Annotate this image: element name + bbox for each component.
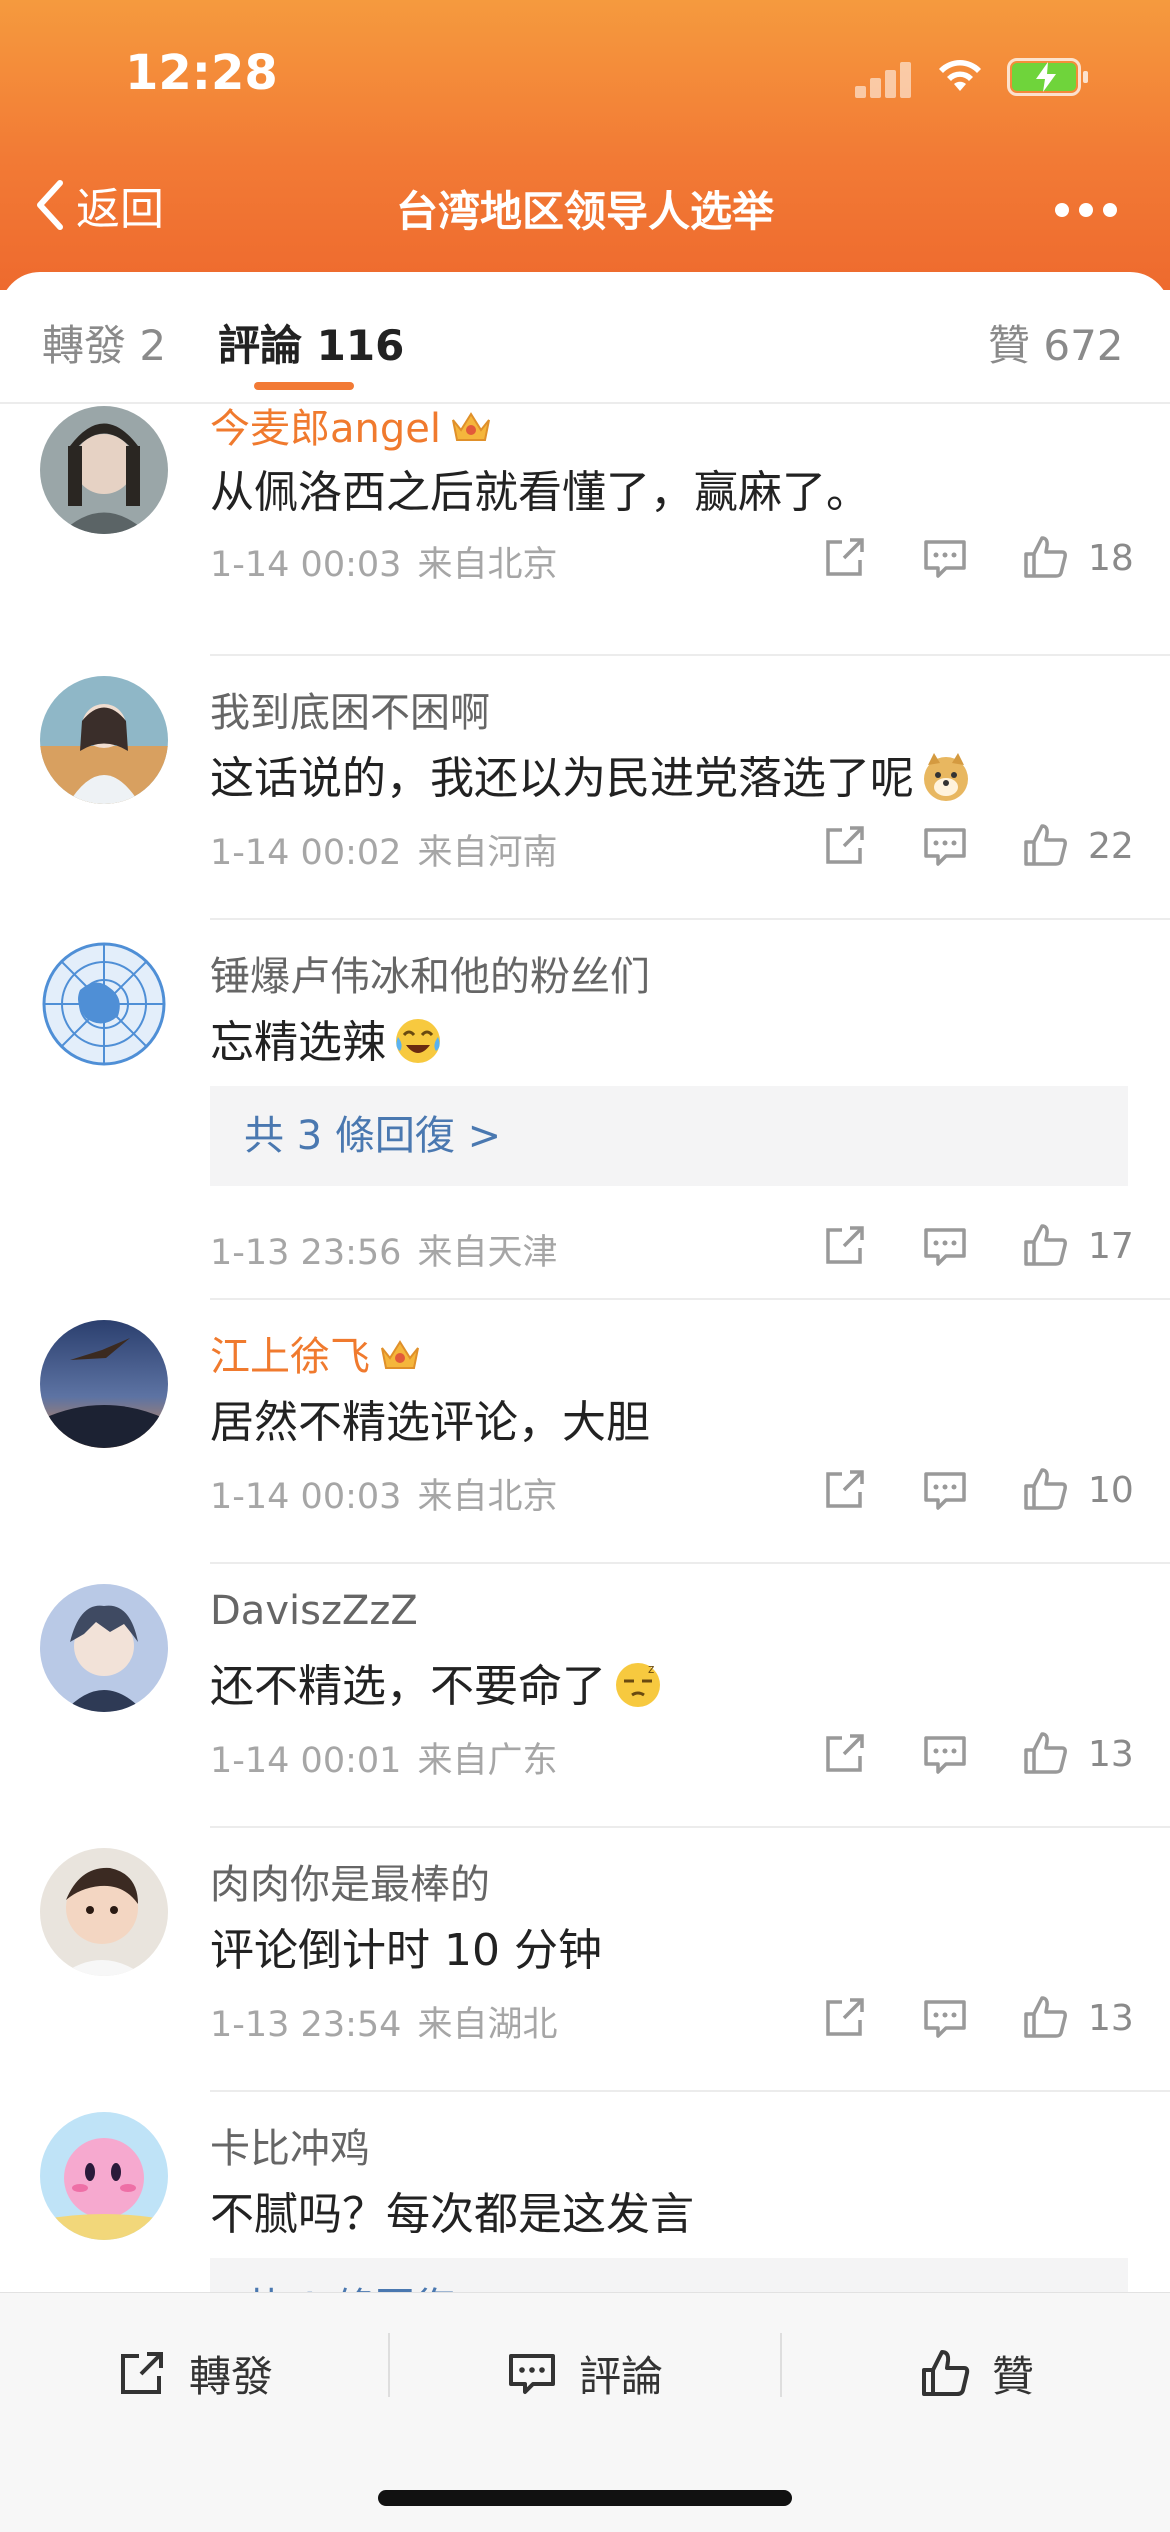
home-indicator[interactable] — [378, 2490, 792, 2506]
comment-text: 从佩洛西之后就看懂了，赢麻了。 — [210, 467, 870, 518]
comment-meta: 1-14 00:03 来自北京 — [210, 1477, 558, 1517]
toolbar-divider — [388, 2333, 390, 2397]
comment-actions: 18 — [820, 532, 1134, 588]
like-icon[interactable] — [1020, 532, 1070, 582]
comment-icon[interactable] — [920, 820, 970, 870]
like-icon — [922, 2350, 970, 2396]
share-icon[interactable] — [820, 1728, 870, 1778]
like-button[interactable]: 贊 — [918, 2333, 1034, 2413]
avatar[interactable] — [40, 2112, 168, 2240]
like-count: 13 — [1088, 1998, 1134, 2039]
comment-icon[interactable] — [920, 1992, 970, 2042]
username[interactable]: 锤爆卢伟冰和他的粉丝们 — [210, 944, 650, 1002]
repost-button[interactable]: 轉發 — [115, 2333, 273, 2413]
doge-emoji-icon — [924, 753, 968, 801]
comment-text: 还不精选，不要命了 z — [210, 1650, 664, 1714]
more-options-button[interactable] — [1055, 195, 1125, 225]
comment-actions: 13 — [820, 1728, 1134, 1784]
comments-sheet: 轉發 2 評論 116 贊 672 今麦郎angel 从佩洛西之后就看懂了，赢麻… — [0, 272, 1170, 2532]
comment-button[interactable]: 評論 — [505, 2333, 663, 2413]
comment-actions: 13 — [820, 1992, 1134, 2048]
username[interactable]: 江上徐飞 — [210, 1324, 422, 1382]
comment-text: 忘精选辣 — [210, 1006, 444, 1070]
share-icon[interactable] — [820, 1992, 870, 2042]
username[interactable]: 卡比冲鸡 — [210, 2116, 370, 2174]
comment-item[interactable]: 今麦郎angel 从佩洛西之后就看懂了，赢麻了。 1-14 00:03 来自北京 … — [0, 406, 1170, 656]
like-count: 13 — [1088, 1734, 1134, 1775]
replies-link[interactable]: 共 3 條回復 > — [210, 1086, 1128, 1186]
comment-item[interactable]: 江上徐飞 居然不精选评论，大胆 1-14 00:03 来自北京 10 — [0, 1300, 1170, 1564]
like-count: 18 — [1088, 538, 1134, 579]
share-icon[interactable] — [820, 532, 870, 582]
share-icon[interactable] — [820, 1464, 870, 1514]
tab-indicator — [254, 382, 354, 390]
comment-meta: 1-13 23:56 来自天津 — [210, 1233, 558, 1273]
tab-bar: 轉發 2 評論 116 贊 672 — [0, 272, 1170, 404]
comment-text: 这话说的，我还以为民进党落选了呢 — [210, 742, 972, 806]
comment-text: 评论倒计时 10 分钟 — [210, 1925, 602, 1976]
tab-repost[interactable]: 轉發 2 — [42, 312, 166, 373]
avatar[interactable] — [40, 406, 168, 534]
like-icon[interactable] — [1020, 1220, 1070, 1270]
username[interactable]: DaviszZzZ — [210, 1588, 418, 1634]
comment-actions: 17 — [820, 1220, 1134, 1276]
svg-text:z: z — [648, 1662, 654, 1676]
battery-charging-icon — [1007, 58, 1089, 96]
share-icon[interactable] — [820, 1220, 870, 1270]
repost-label: 轉發 — [189, 2351, 274, 2401]
tab-likes[interactable]: 贊 672 — [988, 312, 1124, 373]
like-count: 22 — [1088, 826, 1134, 867]
comment-icon[interactable] — [920, 1464, 970, 1514]
avatar[interactable] — [40, 676, 168, 804]
username[interactable]: 今麦郎angel — [210, 406, 493, 454]
comment-text: 居然不精选评论，大胆 — [210, 1397, 650, 1448]
sleepy-emoji-icon: z — [616, 1662, 660, 1707]
navigation-bar: 返回 台湾地区领导人选举 — [0, 160, 1170, 250]
comment-icon[interactable] — [920, 532, 970, 582]
comment-icon — [509, 2354, 555, 2394]
like-icon[interactable] — [1020, 1728, 1070, 1778]
like-count: 17 — [1088, 1226, 1134, 1267]
avatar[interactable] — [40, 1584, 168, 1712]
like-count: 10 — [1088, 1470, 1134, 1511]
like-icon[interactable] — [1020, 1992, 1070, 2042]
username[interactable]: 肉肉你是最棒的 — [210, 1852, 490, 1910]
like-label: 贊 — [992, 2351, 1035, 2401]
comment-item[interactable]: 我到底困不困啊 这话说的，我还以为民进党落选了呢 1-14 00:02 来自河南 … — [0, 656, 1170, 920]
avatar[interactable] — [40, 940, 168, 1068]
cellular-signal-icon — [855, 58, 915, 98]
comment-meta: 1-13 23:54 来自湖北 — [210, 2005, 558, 2045]
like-icon[interactable] — [1020, 820, 1070, 870]
laugh-cry-emoji-icon — [396, 1019, 440, 1063]
comment-actions: 10 — [820, 1464, 1134, 1520]
share-icon — [121, 2352, 163, 2394]
vip-crown-icon — [381, 1340, 419, 1369]
comment-label: 評論 — [579, 2351, 664, 2401]
page-title: 台湾地区领导人选举 — [395, 187, 774, 236]
comment-text: 不腻吗？每次都是这发言 — [210, 2189, 694, 2240]
comment-icon[interactable] — [920, 1728, 970, 1778]
toolbar-divider — [780, 2333, 782, 2397]
header: 12:28 返回 台湾地区领导人选举 — [0, 0, 1170, 290]
comment-meta: 1-14 00:03 来自北京 — [210, 545, 558, 585]
status-time: 12:28 — [125, 45, 278, 101]
tab-comments[interactable]: 評論 116 — [218, 312, 404, 373]
comment-item[interactable]: DaviszZzZ 还不精选，不要命了 z 1-14 00:01 来自广东 13 — [0, 1564, 1170, 1828]
like-icon[interactable] — [1020, 1464, 1070, 1514]
username[interactable]: 我到底困不困啊 — [210, 680, 490, 738]
comment-list[interactable]: 今麦郎angel 从佩洛西之后就看懂了，赢麻了。 1-14 00:03 来自北京 … — [0, 406, 1170, 2364]
avatar[interactable] — [40, 1320, 168, 1448]
status-bar: 12:28 — [0, 0, 1170, 150]
share-icon[interactable] — [820, 820, 870, 870]
comment-actions: 22 — [820, 820, 1134, 876]
comment-item[interactable]: 肉肉你是最棒的 评论倒计时 10 分钟 1-13 23:54 来自湖北 13 — [0, 1828, 1170, 2092]
vip-crown-icon — [452, 412, 490, 441]
comment-icon[interactable] — [920, 1220, 970, 1270]
comment-item[interactable]: 锤爆卢伟冰和他的粉丝们 忘精选辣 共 3 條回復 > 1-13 23:56 来自天… — [0, 920, 1170, 1300]
wifi-icon — [939, 60, 981, 91]
comment-meta: 1-14 00:02 来自河南 — [210, 833, 558, 873]
avatar[interactable] — [40, 1848, 168, 1976]
comment-meta: 1-14 00:01 来自广东 — [210, 1741, 558, 1781]
